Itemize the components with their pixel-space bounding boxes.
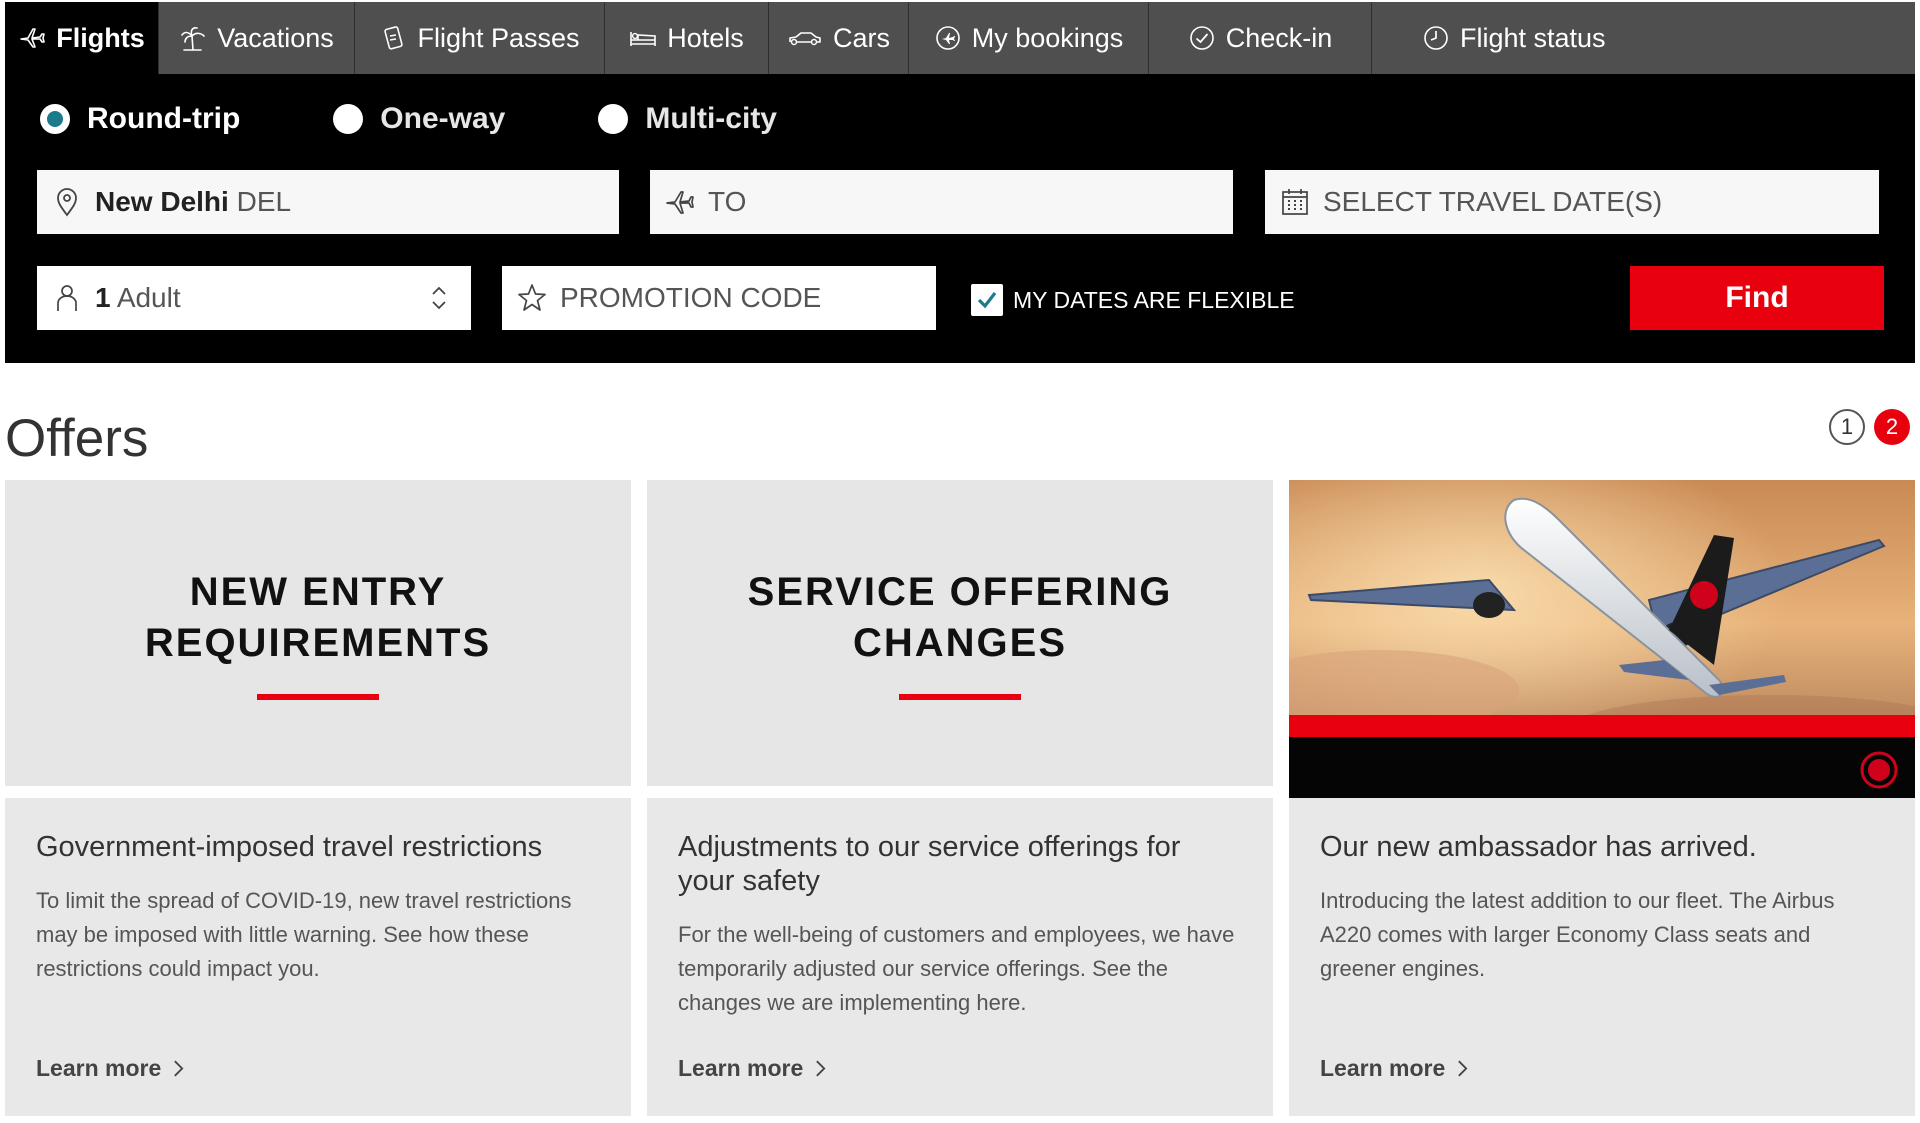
booking-widget: Flights Vacations Flight Passes Hotels C… bbox=[5, 2, 1915, 363]
travel-date-field[interactable]: SELECT TRAVEL DATE(S) bbox=[1265, 170, 1879, 234]
tab-vacations[interactable]: Vacations bbox=[159, 2, 355, 74]
tab-label: Cars bbox=[832, 22, 890, 53]
banner-title: NEW ENTRY REQUIREMENTS bbox=[145, 567, 491, 669]
learn-more-label: Learn more bbox=[1320, 1055, 1446, 1081]
offers-pager: 1 2 bbox=[1829, 409, 1910, 445]
passenger-count: 1 bbox=[95, 282, 111, 313]
trip-type-group: Round-trip One-way Multi-city bbox=[40, 102, 777, 136]
tab-label: My bookings bbox=[971, 22, 1124, 53]
tab-label: Vacations bbox=[217, 22, 334, 53]
page-2-button[interactable]: 2 bbox=[1874, 409, 1910, 445]
checkbox-box[interactable] bbox=[971, 284, 1003, 316]
radio-label: Round-trip bbox=[87, 102, 241, 135]
clock-icon bbox=[1422, 24, 1450, 52]
origin-field[interactable]: New Delhi DEL bbox=[37, 170, 619, 234]
offer-banner[interactable]: NEW ENTRY REQUIREMENTS bbox=[5, 480, 631, 786]
offer-heading: Government-imposed travel restrictions bbox=[36, 831, 543, 863]
tab-label: Flight Passes bbox=[417, 22, 580, 53]
palm-tree-icon bbox=[179, 24, 207, 52]
learn-more-label: Learn more bbox=[36, 1055, 162, 1081]
offer-heading: Adjustments to our service offerings for… bbox=[678, 831, 1181, 897]
plane-icon bbox=[664, 186, 696, 218]
plane-icon bbox=[18, 24, 46, 52]
bed-icon bbox=[629, 24, 657, 52]
tab-bar: Flights Vacations Flight Passes Hotels C… bbox=[5, 2, 1915, 74]
car-icon bbox=[787, 24, 823, 52]
learn-more-label: Learn more bbox=[678, 1055, 804, 1081]
tab-cars[interactable]: Cars bbox=[769, 2, 909, 74]
flexible-dates-label: MY DATES ARE FLEXIBLE bbox=[1013, 286, 1295, 313]
offer-description: For the well-being of customers and empl… bbox=[678, 922, 1235, 1015]
learn-more-link[interactable]: Learn more bbox=[678, 1055, 826, 1082]
tab-my-bookings[interactable]: My bookings bbox=[909, 2, 1149, 74]
airbus-a220-image[interactable] bbox=[1289, 480, 1915, 800]
promo-code-field[interactable]: PROMOTION CODE bbox=[502, 266, 936, 330]
tab-hotels[interactable]: Hotels bbox=[605, 2, 769, 74]
calendar-icon bbox=[1279, 186, 1311, 218]
offer-body: Government-imposed travel restrictions T… bbox=[5, 798, 631, 1116]
chevron-right-icon bbox=[1458, 1060, 1468, 1077]
origin-city: New Delhi bbox=[95, 186, 229, 217]
aircraft-photo bbox=[1289, 480, 1915, 800]
radio-indicator bbox=[598, 104, 629, 134]
learn-more-link[interactable]: Learn more bbox=[1320, 1055, 1468, 1082]
tab-label: Hotels bbox=[667, 22, 744, 53]
tab-label: Flight status bbox=[1460, 22, 1606, 53]
banner-line: CHANGES bbox=[852, 620, 1068, 665]
offer-card-new-aircraft: Our new ambassador has arrived. Introduc… bbox=[1289, 480, 1915, 1116]
offer-description: Introducing the latest addition to our f… bbox=[1320, 888, 1835, 981]
up-down-chevron-icon bbox=[423, 282, 455, 314]
offer-banner[interactable]: SERVICE OFFERING CHANGES bbox=[647, 480, 1273, 786]
tab-label: Flights bbox=[56, 22, 145, 53]
radio-selected-indicator bbox=[40, 104, 70, 134]
red-underline bbox=[899, 693, 1021, 700]
banner-line: SERVICE OFFERING bbox=[747, 569, 1173, 614]
tab-flights[interactable]: Flights bbox=[5, 2, 159, 74]
radio-one-way[interactable]: One-way bbox=[333, 102, 505, 136]
tab-flight-passes[interactable]: Flight Passes bbox=[355, 2, 605, 74]
tab-flight-status[interactable]: Flight status bbox=[1372, 2, 1915, 74]
learn-more-link[interactable]: Learn more bbox=[36, 1055, 184, 1082]
check-circle-icon bbox=[1188, 24, 1216, 52]
banner-line: NEW ENTRY bbox=[189, 569, 447, 614]
page-1-button[interactable]: 1 bbox=[1829, 409, 1865, 445]
passenger-selector[interactable]: 1 Adult bbox=[37, 266, 471, 330]
location-pin-icon bbox=[51, 186, 83, 218]
person-icon bbox=[51, 282, 83, 314]
offer-description: To limit the spread of COVID-19, new tra… bbox=[36, 888, 572, 981]
red-underline bbox=[257, 693, 379, 700]
offer-card-service-changes: SERVICE OFFERING CHANGES Adjustments to … bbox=[647, 480, 1273, 1116]
passenger-type: Adult bbox=[116, 282, 181, 313]
destination-field[interactable]: TO bbox=[650, 170, 1233, 234]
radio-round-trip[interactable]: Round-trip bbox=[40, 102, 240, 136]
radio-label: Multi-city bbox=[645, 102, 777, 135]
tab-check-in[interactable]: Check-in bbox=[1149, 2, 1372, 74]
offer-body: Adjustments to our service offerings for… bbox=[647, 798, 1273, 1116]
destination-placeholder: TO bbox=[708, 186, 747, 217]
radio-label: One-way bbox=[380, 102, 506, 135]
origin-code: DEL bbox=[236, 186, 292, 217]
offers-heading: Offers bbox=[5, 409, 149, 468]
star-icon bbox=[516, 282, 548, 314]
flight-pass-icon bbox=[379, 24, 407, 52]
checkmark-icon bbox=[977, 292, 997, 309]
chevron-right-icon bbox=[816, 1060, 826, 1077]
find-button[interactable]: Find bbox=[1630, 266, 1884, 330]
chevron-right-icon bbox=[174, 1060, 184, 1077]
banner-title: SERVICE OFFERING CHANGES bbox=[748, 567, 1173, 669]
offer-body: Our new ambassador has arrived. Introduc… bbox=[1289, 798, 1915, 1116]
offer-heading: Our new ambassador has arrived. bbox=[1320, 831, 1757, 863]
date-placeholder: SELECT TRAVEL DATE(S) bbox=[1323, 186, 1663, 217]
promo-placeholder: PROMOTION CODE bbox=[560, 282, 822, 313]
offer-card-entry-requirements: NEW ENTRY REQUIREMENTS Government-impose… bbox=[5, 480, 631, 1116]
flexible-dates-checkbox[interactable]: MY DATES ARE FLEXIBLE bbox=[971, 284, 1295, 316]
radio-indicator bbox=[333, 104, 364, 134]
radio-multi-city[interactable]: Multi-city bbox=[598, 102, 777, 136]
bookings-icon bbox=[934, 24, 962, 52]
banner-line: REQUIREMENTS bbox=[144, 620, 492, 665]
tab-label: Check-in bbox=[1225, 22, 1333, 53]
